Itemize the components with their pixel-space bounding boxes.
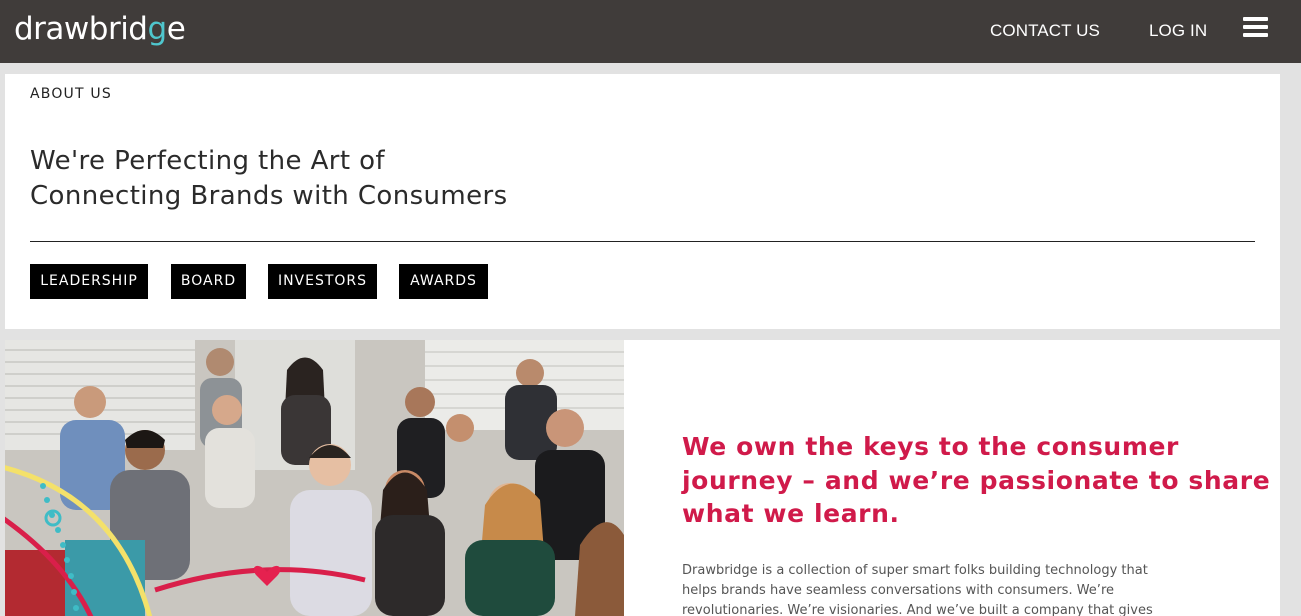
title-line-2: Connecting Brands with Consumers [30, 181, 508, 211]
body-line-3: revolutionaries. We’re visionaries. And … [682, 603, 1153, 616]
tagline-line-2: journey – and we’re passionate to share [682, 465, 1271, 495]
page-title: We're Perfecting the Art of Connecting B… [30, 144, 508, 214]
team-photo-illustration [5, 340, 624, 616]
divider [30, 241, 1255, 242]
about-section: ABOUT US We're Perfecting the Art of Con… [5, 74, 1280, 329]
contact-us-link[interactable]: CONTACT US [990, 21, 1100, 41]
tab-awards[interactable]: AWARDS [399, 264, 488, 299]
hamburger-menu-icon[interactable] [1243, 17, 1269, 39]
tab-leadership[interactable]: LEADERSHIP [30, 264, 148, 299]
logo-text-main: drawbrid [14, 11, 148, 47]
logo-text-end: e [166, 11, 186, 47]
section-label: ABOUT US [30, 86, 112, 102]
feature-text-panel: We own the keys to the consumer journey … [624, 340, 1280, 616]
drawbridge-logo[interactable]: drawbridge [14, 9, 186, 49]
tagline-line-3: what we learn. [682, 499, 900, 528]
team-photo [5, 340, 624, 616]
title-line-1: We're Perfecting the Art of [30, 146, 385, 176]
logo-text-accent: g [147, 11, 168, 47]
body-line-2: helps brands have seamless conversations… [682, 583, 1114, 598]
feature-tagline: We own the keys to the consumer journey … [682, 430, 1271, 531]
tab-investors[interactable]: INVESTORS [268, 264, 377, 299]
log-in-link[interactable]: LOG IN [1149, 21, 1207, 41]
tagline-line-1: We own the keys to the consumer [682, 432, 1179, 461]
body-line-1: Drawbridge is a collection of super smar… [682, 563, 1148, 578]
site-header: drawbridge CONTACT US LOG IN [0, 0, 1301, 63]
tab-board[interactable]: BOARD [171, 264, 246, 299]
feature-body-text: Drawbridge is a collection of super smar… [682, 561, 1242, 616]
